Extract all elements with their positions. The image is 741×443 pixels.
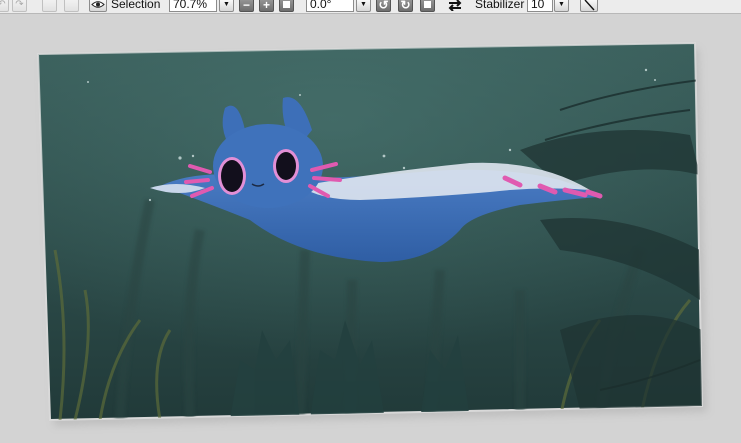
zoom-field[interactable]: 70.7%: [169, 0, 217, 12]
minus-icon: −: [242, 0, 250, 12]
selection-label: Selection: [111, 0, 161, 11]
rotation-reset-button[interactable]: [420, 0, 435, 12]
zoom-in-button[interactable]: +: [259, 0, 274, 12]
stabilizer-dropdown-button[interactable]: ▼: [554, 0, 569, 12]
undo-icon: ↶: [0, 0, 6, 10]
canvas-artwork[interactable]: [0, 14, 741, 443]
zoom-dropdown-button[interactable]: ▼: [219, 0, 234, 12]
pen-tool-button[interactable]: [580, 0, 598, 12]
rotate-right-button[interactable]: ↻: [398, 0, 413, 12]
tool-button-b[interactable]: [64, 0, 79, 12]
chevron-down-icon: ▼: [558, 1, 565, 8]
zoom-reset-button[interactable]: [279, 0, 294, 12]
canvas-workspace[interactable]: [0, 14, 741, 443]
redo-icon: ↷: [15, 0, 24, 10]
stabilizer-label: Stabilizer: [475, 0, 525, 11]
redo-button[interactable]: ↷: [12, 0, 27, 12]
pen-tool-icon: [584, 0, 595, 10]
undo-button[interactable]: ↶: [0, 0, 9, 12]
flip-horizontal-button[interactable]: [446, 0, 464, 12]
zoom-out-button[interactable]: −: [239, 0, 254, 12]
square-icon: [283, 1, 290, 8]
rotate-left-icon: ↺: [378, 0, 389, 12]
eye-icon: [91, 1, 105, 8]
rotation-field[interactable]: 0.0°: [306, 0, 354, 12]
top-toolbar: ↶ ↷ Selection 70.7% ▼ − + 0.0° ▼ ↺ ↻ Sta…: [0, 0, 741, 14]
rotate-right-icon: ↻: [400, 0, 411, 12]
selection-visibility-toggle[interactable]: [89, 0, 107, 12]
tool-button-a[interactable]: [42, 0, 57, 12]
rotation-dropdown-button[interactable]: ▼: [356, 0, 371, 12]
rotate-left-button[interactable]: ↺: [376, 0, 391, 12]
stabilizer-field[interactable]: 10: [527, 0, 553, 12]
chevron-down-icon: ▼: [223, 1, 230, 8]
chevron-down-icon: ▼: [360, 1, 367, 8]
flip-horizontal-icon: [448, 0, 462, 11]
square-icon: [424, 1, 431, 8]
plus-icon: +: [262, 0, 270, 12]
